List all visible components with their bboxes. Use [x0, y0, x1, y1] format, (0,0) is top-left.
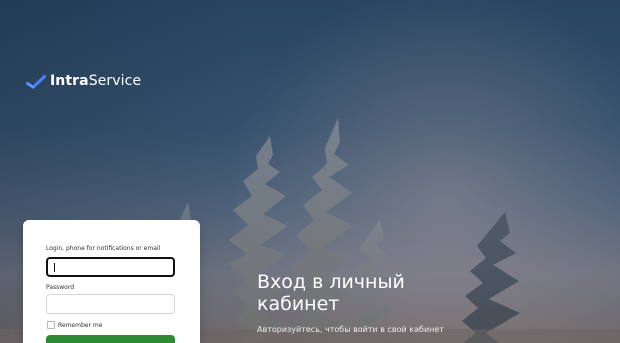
password-field-label: Password	[46, 284, 75, 291]
brand-regular-text: Service	[88, 73, 142, 89]
text-cursor	[54, 263, 55, 272]
remember-me-label: Remember me	[58, 321, 103, 329]
login-field-label: Login, phone for notifications or email	[46, 245, 161, 252]
remember-me-row[interactable]: Remember me	[47, 321, 102, 329]
login-card: Login, phone for notifications or email …	[23, 220, 200, 343]
brand-logo: IntraService	[26, 72, 141, 90]
hero-title: Вход в личный кабинет	[257, 271, 405, 315]
hero-copy: Вход в личный кабинет Авторизуйтесь, что…	[257, 271, 447, 335]
brand-wordmark: IntraService	[50, 74, 141, 88]
login-input[interactable]	[46, 257, 175, 277]
brand-strong-text: Intra	[50, 73, 89, 89]
checkbox-icon[interactable]	[47, 321, 55, 329]
login-page: IntraService Вход в личный кабинет Автор…	[0, 0, 620, 343]
hero-subtitle: Авторизуйтесь, чтобы войти в свой кабине…	[257, 325, 444, 334]
checkmark-icon	[26, 75, 46, 89]
password-input[interactable]	[46, 294, 175, 314]
submit-button[interactable]	[46, 335, 175, 343]
